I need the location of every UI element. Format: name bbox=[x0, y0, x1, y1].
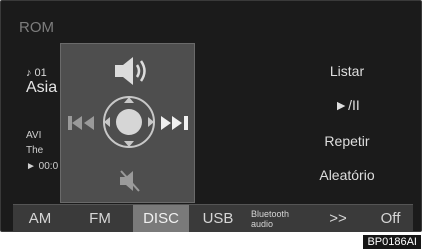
bluetooth-label: Bluetooth bbox=[251, 209, 290, 219]
play-pause-button[interactable]: ►/II bbox=[287, 97, 407, 113]
next-track-icon[interactable] bbox=[159, 115, 191, 131]
album-name: The bbox=[26, 145, 44, 156]
random-button[interactable]: Aleatório bbox=[287, 167, 407, 183]
album-title: Asia bbox=[26, 79, 58, 96]
head-unit-screen: ROM ♪ 01 Asia AVI The ► 00:0 Listar ►/II… bbox=[0, 0, 422, 232]
list-button[interactable]: Listar bbox=[287, 63, 407, 79]
mute-icon[interactable] bbox=[117, 168, 143, 194]
control-overlay bbox=[60, 43, 195, 203]
track-number: ♪ 01 bbox=[26, 67, 47, 79]
usb-button[interactable]: USB bbox=[193, 205, 243, 232]
elapsed-time: ► 00:0 bbox=[26, 161, 59, 172]
previous-track-icon[interactable] bbox=[67, 115, 97, 131]
am-button[interactable]: AM bbox=[15, 205, 65, 232]
bluetooth-audio-button[interactable]: Bluetooth audio bbox=[251, 205, 305, 232]
source-title: ROM bbox=[19, 19, 54, 36]
speaker-icon[interactable] bbox=[111, 54, 151, 88]
control-dial-icon[interactable] bbox=[101, 94, 157, 150]
artist-name: AVI bbox=[26, 130, 42, 141]
fm-button[interactable]: FM bbox=[75, 205, 125, 232]
more-button[interactable]: >> bbox=[313, 205, 363, 232]
off-button[interactable]: Off bbox=[368, 205, 413, 232]
figure-code: BP0186AI bbox=[363, 235, 421, 249]
audio-label: audio bbox=[251, 219, 274, 229]
source-bar: AM FM DISC USB Bluetooth audio >> Off bbox=[13, 204, 413, 232]
repeat-button[interactable]: Repetir bbox=[287, 133, 407, 149]
disc-button[interactable]: DISC bbox=[133, 205, 189, 232]
